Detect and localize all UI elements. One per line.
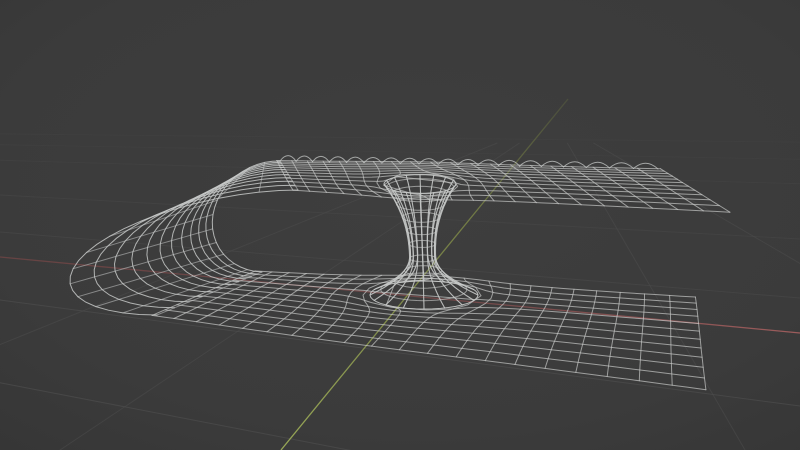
viewport-background xyxy=(0,0,800,450)
viewport-canvas[interactable] xyxy=(0,0,800,450)
3d-viewport xyxy=(0,0,800,450)
